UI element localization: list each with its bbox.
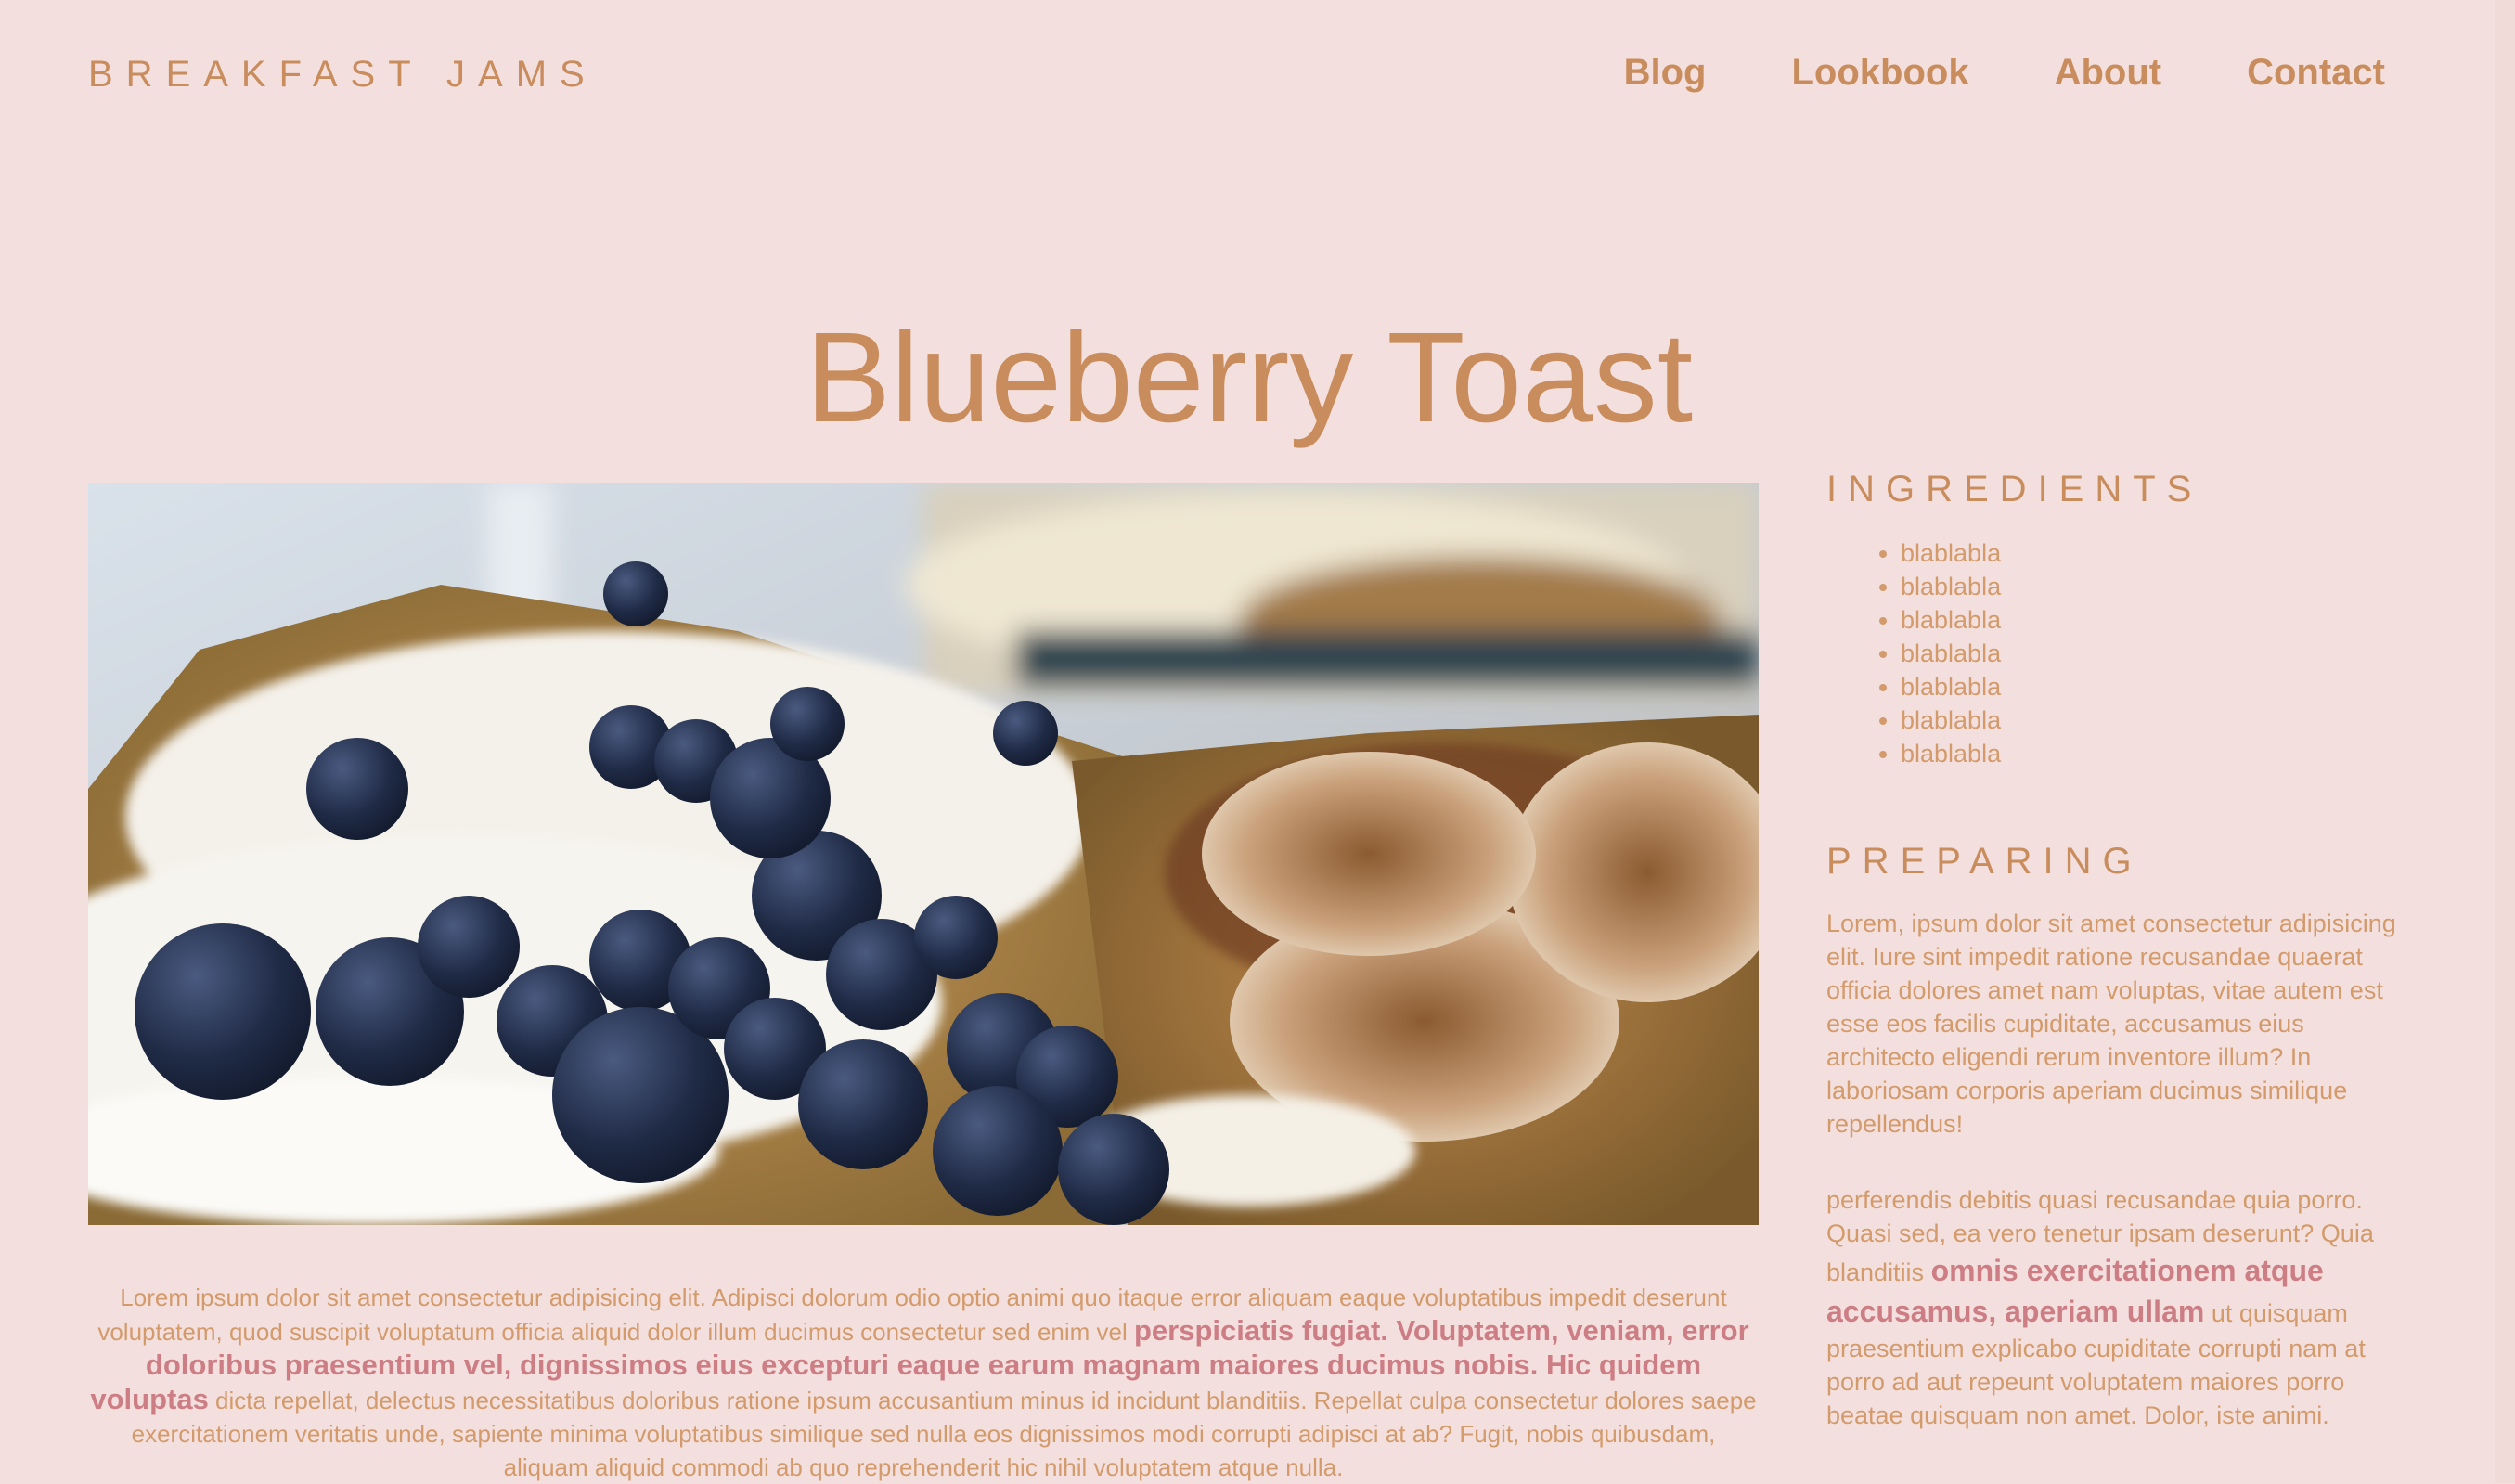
ingredients-list: blablabla blablabla blablabla blablabla … bbox=[1826, 536, 2411, 770]
nav-blog[interactable]: Blog bbox=[1624, 52, 1707, 94]
ingredient-item: blablabla bbox=[1901, 570, 2411, 603]
ingredient-item: blablabla bbox=[1901, 703, 2411, 737]
nav-contact[interactable]: Contact bbox=[2247, 52, 2385, 94]
ingredient-item: blablabla bbox=[1901, 603, 2411, 637]
preparing-heading: PREPARING bbox=[1826, 841, 2143, 882]
sidebar: INGREDIENTS blablabla blablabla blablabl… bbox=[1826, 469, 2411, 1432]
brand-logo[interactable]: BREAKFAST JAMS bbox=[88, 54, 598, 96]
preparing-paragraph-2: perferendis debitis quasi recusandae qui… bbox=[1826, 1183, 2411, 1432]
intro-text: Lorem ipsum dolor sit amet consectetur a… bbox=[88, 1281, 1759, 1484]
main-nav: Blog Lookbook About Contact bbox=[1624, 52, 2385, 94]
ingredient-item: blablabla bbox=[1901, 637, 2411, 670]
scrollbar[interactable] bbox=[2495, 0, 2515, 1483]
intro-tail: dicta repellat, delectus necessitatibus … bbox=[131, 1387, 1757, 1481]
blueberry-toast-photo bbox=[88, 483, 1759, 1225]
ingredients-heading: INGREDIENTS bbox=[1826, 469, 2203, 510]
nav-lookbook[interactable]: Lookbook bbox=[1792, 52, 1969, 94]
preparing-paragraph-1: Lorem, ipsum dolor sit amet consectetur … bbox=[1826, 910, 2396, 1138]
ingredient-item: blablabla bbox=[1901, 670, 2411, 703]
nav-about[interactable]: About bbox=[2055, 52, 2162, 94]
page-title: Blueberry Toast bbox=[805, 306, 1694, 450]
ingredient-item: blablabla bbox=[1901, 737, 2411, 770]
ingredient-item: blablabla bbox=[1901, 536, 2411, 570]
hero-image bbox=[88, 483, 1759, 1225]
